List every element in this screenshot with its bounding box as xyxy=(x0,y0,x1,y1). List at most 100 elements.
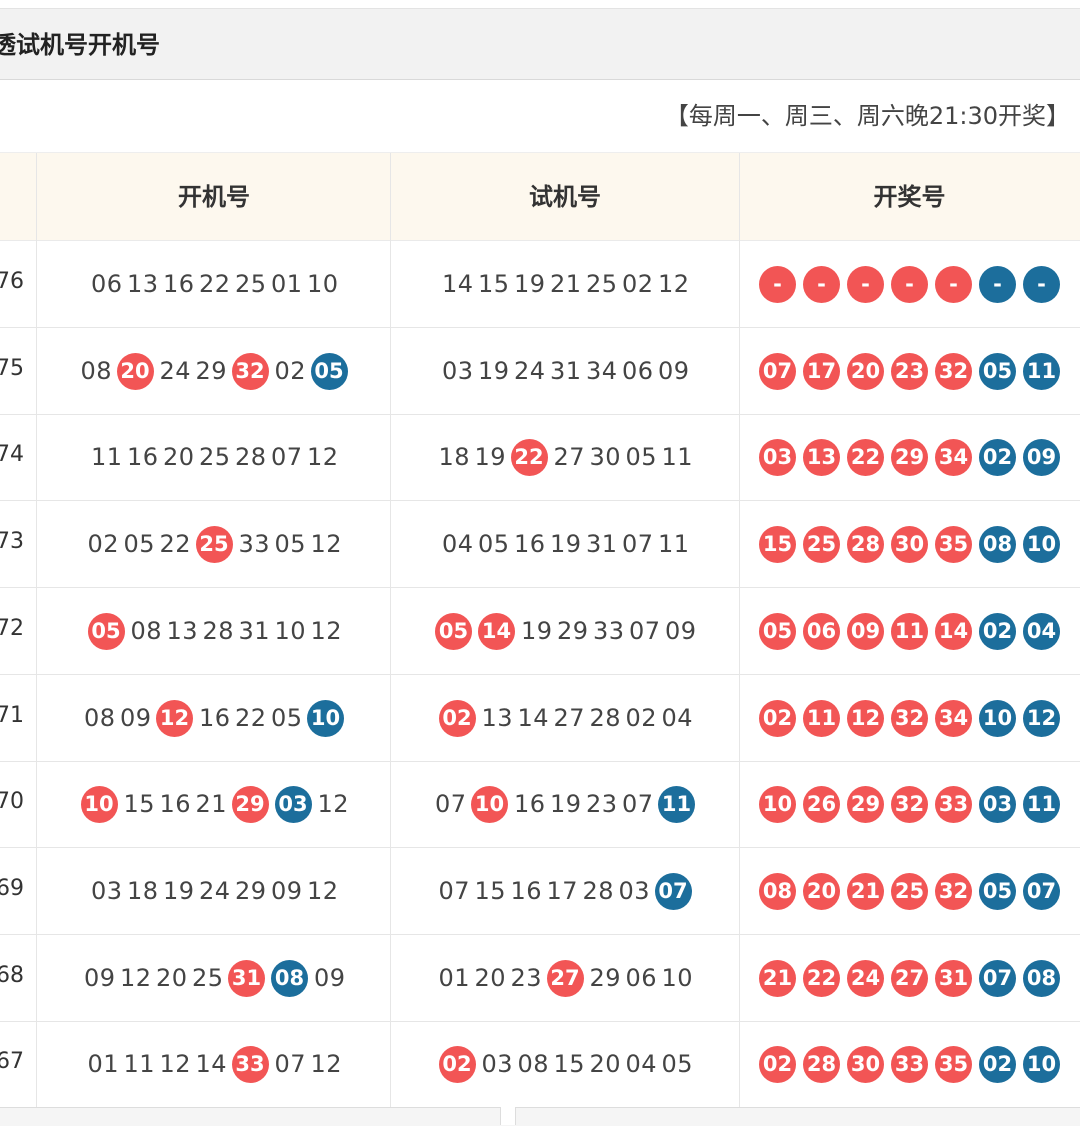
blue-ball: 03 xyxy=(274,785,312,823)
number: 01 xyxy=(271,270,303,298)
number: 03 xyxy=(481,1050,514,1078)
red-ball: 20 xyxy=(116,352,154,390)
number: 07 xyxy=(622,790,654,818)
red-ball: 09 xyxy=(847,612,884,650)
red-ball: 21 xyxy=(759,959,796,997)
number: 07 xyxy=(435,790,467,818)
number: 25 xyxy=(199,443,231,471)
number: 28 xyxy=(589,704,622,732)
red-ball: 27 xyxy=(891,959,928,997)
blue-ball: 11 xyxy=(1023,352,1060,390)
number: 12 xyxy=(310,1050,343,1078)
blue-ball: 08 xyxy=(271,959,308,997)
red-ball: 26 xyxy=(803,785,840,823)
red-ball: 28 xyxy=(803,1045,840,1083)
number: 20 xyxy=(163,443,195,471)
number: 19 xyxy=(474,443,507,471)
top-gap xyxy=(0,0,1080,8)
number: 11 xyxy=(91,443,123,471)
table-row: 71 08 09 12 16 22 05 10 02 13 14 27 28 02 04 02 11 12 32 34… xyxy=(0,675,1080,762)
blue-ball: 11 xyxy=(658,785,695,823)
blue-ball: 02 xyxy=(979,612,1016,650)
kaijihao-cell: 02 05 22 25 33 05 12 xyxy=(37,501,391,587)
number: 09 xyxy=(665,617,697,645)
red-ball: 32 xyxy=(891,699,928,737)
red-ball: - xyxy=(803,265,840,303)
number: 29 xyxy=(589,964,622,992)
red-ball: 23 xyxy=(891,352,928,390)
blue-ball: 07 xyxy=(1023,872,1060,910)
header-issue-cell xyxy=(0,153,37,241)
number: 12 xyxy=(159,1050,192,1078)
issue-number: 74 xyxy=(0,442,24,467)
table-row: 70 10 15 16 21 29 03 12 07 10 16 19 23 07 11 10 26 29 32 33… xyxy=(0,761,1080,848)
red-ball: 33 xyxy=(935,785,972,823)
number: 12 xyxy=(310,617,343,645)
number: 24 xyxy=(199,877,231,905)
number: 05 xyxy=(478,530,510,558)
number: 25 xyxy=(192,964,224,992)
shijihao-cell: 04 05 16 19 31 07 11 xyxy=(391,501,739,587)
number: 03 xyxy=(91,877,123,905)
number: 08 xyxy=(130,617,163,645)
number: 22 xyxy=(159,530,192,558)
red-ball: 22 xyxy=(510,438,548,476)
red-ball: 29 xyxy=(231,785,269,823)
blue-ball: 08 xyxy=(1023,959,1060,997)
issue-number: 69 xyxy=(0,876,24,901)
number: 19 xyxy=(550,790,582,818)
kaijianghao-cell: 21 22 24 27 31 07 08 xyxy=(739,935,1080,1021)
number: 14 xyxy=(442,270,474,298)
red-ball: 14 xyxy=(935,612,972,650)
number: 28 xyxy=(582,877,615,905)
number: 25 xyxy=(586,270,618,298)
kaijihao-cell: 06 13 16 22 25 01 10 xyxy=(37,241,391,327)
number: 22 xyxy=(199,270,231,298)
number: 15 xyxy=(553,1050,586,1078)
red-ball: 25 xyxy=(891,872,928,910)
red-ball: 10 xyxy=(471,785,508,823)
red-ball: 25 xyxy=(803,525,840,563)
number: 18 xyxy=(438,443,471,471)
number: 07 xyxy=(622,530,654,558)
header-shijihao: 试机号 xyxy=(391,153,739,241)
number: 29 xyxy=(235,877,267,905)
kaijianghao-cell: 02 28 30 33 35 02 10 xyxy=(739,1021,1080,1107)
number: 13 xyxy=(127,270,159,298)
red-ball: 34 xyxy=(935,699,972,737)
number: 19 xyxy=(163,877,195,905)
red-ball: - xyxy=(847,265,884,303)
number: 12 xyxy=(307,877,339,905)
issue-number: 72 xyxy=(0,616,24,641)
red-ball: 20 xyxy=(803,872,840,910)
number: 01 xyxy=(438,964,471,992)
kaijihao-cell: 08 09 12 16 22 05 10 xyxy=(37,675,391,761)
number: 33 xyxy=(238,530,271,558)
number: 16 xyxy=(510,877,543,905)
number: 14 xyxy=(195,1050,228,1078)
number: 27 xyxy=(553,704,586,732)
red-ball: 02 xyxy=(759,699,796,737)
number: 06 xyxy=(622,357,654,385)
red-ball: - xyxy=(759,265,796,303)
blue-ball: 02 xyxy=(979,438,1016,476)
shijihao-cell: 02 13 14 27 28 02 04 xyxy=(391,675,739,761)
kaijihao-cell: 08 20 24 29 32 02 05 xyxy=(37,328,391,414)
issue-number: 70 xyxy=(0,789,24,814)
blue-ball: - xyxy=(1023,265,1060,303)
red-ball: 21 xyxy=(847,872,884,910)
blue-ball: 10 xyxy=(1023,525,1060,563)
number: 01 xyxy=(87,1050,120,1078)
shijihao-cell: 14 15 19 21 25 02 12 xyxy=(391,241,739,327)
kaijianghao-cell: 02 11 12 32 34 10 12 xyxy=(739,675,1080,761)
number: 31 xyxy=(238,617,271,645)
number: 03 xyxy=(618,877,651,905)
number: 16 xyxy=(127,443,159,471)
red-ball: 29 xyxy=(891,438,928,476)
kaijihao-cell: 03 18 19 24 29 09 12 xyxy=(37,848,391,934)
issue-number: 76 xyxy=(0,269,24,294)
number: 21 xyxy=(195,790,228,818)
red-ball: 07 xyxy=(759,352,796,390)
number: 06 xyxy=(91,270,123,298)
red-ball: 28 xyxy=(847,525,884,563)
